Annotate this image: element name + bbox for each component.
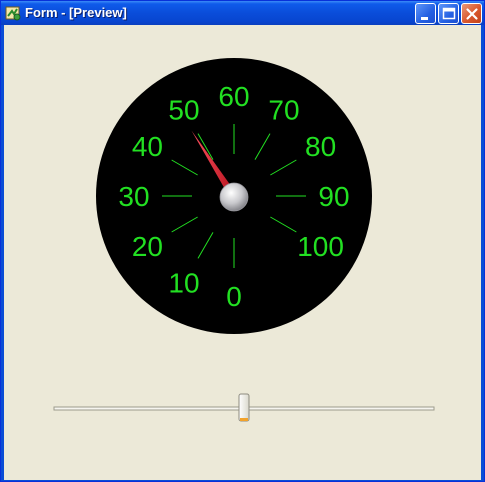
gauge-tick-label: 90 xyxy=(318,181,349,212)
gauge-tick-label: 10 xyxy=(168,268,199,299)
gauge-tick-label: 20 xyxy=(132,231,163,262)
slider-thumb[interactable] xyxy=(238,393,250,422)
gauge-tick-label: 70 xyxy=(268,94,299,125)
gauge-tick-label: 0 xyxy=(226,281,242,312)
gauge-tick-label: 60 xyxy=(218,81,249,112)
gauge-tick-label: 40 xyxy=(132,131,163,162)
form-client-area: 0 10 20 30 40 50 60 70 80 90 100 xyxy=(4,25,481,480)
window-title: Form - [Preview] xyxy=(25,5,127,20)
minimize-button[interactable] xyxy=(415,3,436,24)
close-button[interactable] xyxy=(461,3,482,24)
maximize-icon xyxy=(442,7,456,20)
minimize-icon xyxy=(421,17,428,20)
gauge-hub xyxy=(219,182,249,212)
gauge-tick-label: 50 xyxy=(168,94,199,125)
gauge-tick-label: 100 xyxy=(297,231,344,262)
close-icon xyxy=(466,8,478,20)
speedometer-gauge: 0 1020 30 4050 60 7080 90 100 xyxy=(96,58,372,334)
value-slider[interactable] xyxy=(52,391,436,429)
gauge-tick-label: 80 xyxy=(305,131,336,162)
app-window: Form - [Preview] 0 10 20 30 40 50 60 70 … xyxy=(0,0,485,482)
maximize-button[interactable] xyxy=(438,3,459,24)
gauge-tick-label: 30 xyxy=(118,181,149,212)
form-designer-icon xyxy=(5,6,21,21)
title-bar[interactable]: Form - [Preview] xyxy=(1,1,484,25)
